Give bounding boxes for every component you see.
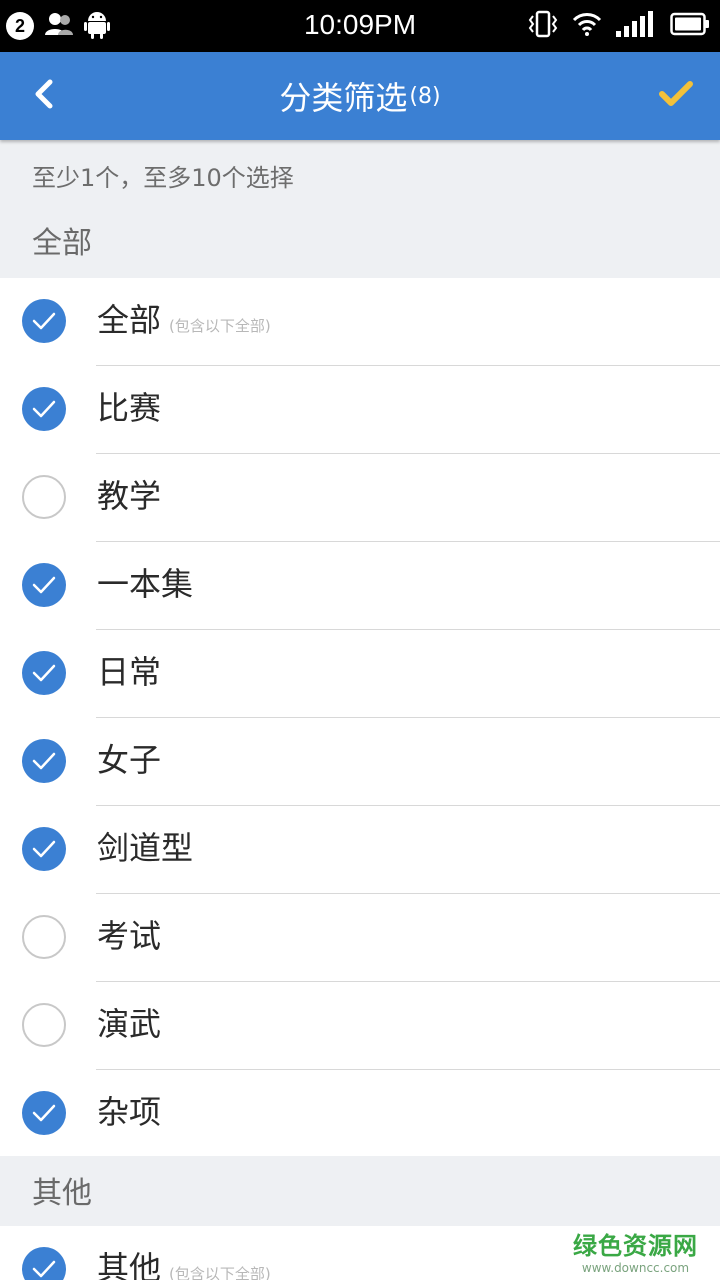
status-right [528,10,710,42]
checkbox-checked[interactable] [22,827,66,871]
status-bar: 2 10:09PM [0,0,720,52]
watermark: 绿色资源网 www.downcc.com [573,1226,698,1275]
list-item-note: (包含以下全部) [169,317,271,335]
check-icon [32,400,56,418]
list-item[interactable]: 教学 [0,454,720,542]
list-item[interactable]: 一本集 [0,542,720,630]
check-icon [32,312,56,330]
list-item[interactable]: 比赛 [0,366,720,454]
list-item[interactable]: 全部 (包含以下全部) [0,278,720,366]
list-item-text: 考试 [97,917,162,955]
checkbox-unchecked[interactable] [22,475,66,519]
check-icon [32,576,56,594]
checkbox-unchecked[interactable] [22,1003,66,1047]
watermark-sub: www.downcc.com [581,1261,690,1275]
list-item[interactable]: 考试 [0,894,720,982]
list-item[interactable]: 演武 [0,982,720,1070]
list-item-label: 全部 (包含以下全部) [97,300,271,346]
list-item-text: 全部 [97,301,162,339]
list-item-label: 剑道型 [97,828,193,868]
check-icon [32,1260,56,1278]
list-item-text: 演武 [97,1005,162,1043]
section-title-other: 其他 [32,1176,92,1211]
list-item[interactable]: 剑道型 [0,806,720,894]
list-item-label: 比赛 [97,388,161,428]
list-item-label: 女子 [97,740,161,780]
app-bar: 分类筛选 (8) [0,52,720,140]
list-item-label: 演武 [97,1004,161,1044]
hint-area: 至少1个，至多10个选择 全部 [0,140,720,278]
check-icon [32,840,56,858]
list-item[interactable]: 日常 [0,630,720,718]
checkbox-checked[interactable] [22,1091,66,1135]
page-title-text: 分类筛选 [279,79,408,117]
list-item-label: 日常 [97,652,161,692]
list-item-label: 一本集 [97,564,193,604]
list-item-text: 杂项 [97,1093,162,1131]
vibrate-icon [528,10,558,42]
section-header-other: 其他 [0,1156,720,1226]
list-item[interactable]: 女子 [0,718,720,806]
confirm-button[interactable] [654,76,698,116]
wifi-icon [572,11,602,41]
list-item-note: (包含以下全部) [169,1265,271,1280]
list-item-text: 一本集 [97,565,194,603]
list-item-text: 比赛 [97,389,162,427]
checkmark-icon [658,80,694,112]
list-item-text: 女子 [97,741,162,779]
list-item-label: 杂项 [97,1092,161,1132]
list-item-text: 其他 [97,1249,162,1280]
checkbox-checked[interactable] [22,387,66,431]
list-item-text: 剑道型 [97,829,194,867]
checkbox-checked[interactable] [22,739,66,783]
checkbox-checked[interactable] [22,563,66,607]
checkbox-unchecked[interactable] [22,915,66,959]
page-title: 分类筛选 (8) [0,52,720,140]
checkbox-checked[interactable] [22,1247,66,1280]
selection-hint: 至少1个，至多10个选择 [32,164,294,192]
check-icon [32,1104,56,1122]
list-item-text: 教学 [97,477,162,515]
section-title-all: 全部 [32,226,92,261]
list-item-text: 日常 [97,653,162,691]
checkbox-checked[interactable] [22,299,66,343]
selected-count: (8) [409,83,441,109]
list-item-label: 其他 (包含以下全部) [97,1248,271,1280]
signal-icon [616,11,656,41]
list-item-label: 考试 [97,916,161,956]
checkbox-checked[interactable] [22,651,66,695]
watermark-main: 绿色资源网 [573,1232,698,1260]
category-list-all: 全部 (包含以下全部) 比赛教学一本集日常女子剑道型考试演武杂项 [0,278,720,1158]
check-icon [32,752,56,770]
battery-icon [670,11,710,41]
list-item[interactable]: 杂项 [0,1070,720,1158]
list-item-label: 教学 [97,476,161,516]
check-icon [32,664,56,682]
